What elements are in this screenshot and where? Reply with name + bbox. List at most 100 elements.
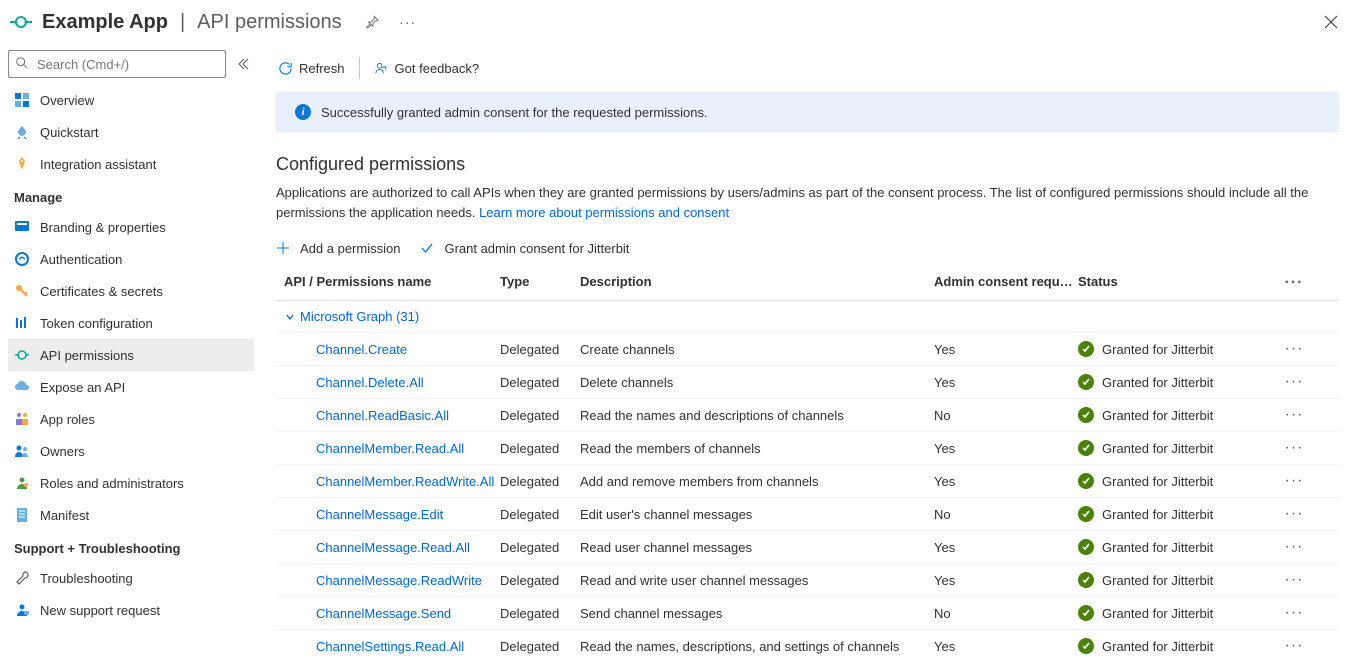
more-icon[interactable]: ··· xyxy=(394,8,422,36)
permission-admin-consent: Yes xyxy=(934,573,1078,588)
api-icon xyxy=(14,347,30,363)
permission-name-link[interactable]: ChannelMessage.Edit xyxy=(284,507,500,522)
sidebar-item-branding-properties[interactable]: Branding & properties xyxy=(8,211,254,243)
group-more-icon[interactable]: ··· xyxy=(1278,274,1310,292)
permission-name-link[interactable]: ChannelMember.ReadWrite.All xyxy=(284,474,500,489)
header-separator: | xyxy=(180,11,185,34)
permission-type: Delegated xyxy=(500,441,580,456)
table-header-row: API / Permissions name Type Description … xyxy=(276,266,1339,301)
sidebar-item-roles-and-administrators[interactable]: Roles and administrators xyxy=(8,467,254,499)
sidebar-item-new-support-request[interactable]: New support request xyxy=(8,594,254,626)
status-granted-icon xyxy=(1078,539,1094,555)
row-more-icon[interactable]: ··· xyxy=(1278,571,1310,589)
permission-name-link[interactable]: Channel.Delete.All xyxy=(284,375,500,390)
key-icon xyxy=(14,283,30,299)
permission-admin-consent: Yes xyxy=(934,441,1078,456)
status-granted-icon xyxy=(1078,638,1094,654)
sidebar-item-integration-assistant[interactable]: Integration assistant xyxy=(8,148,254,180)
permission-name-link[interactable]: Channel.ReadBasic.All xyxy=(284,408,500,423)
sidebar-item-expose-an-api[interactable]: Expose an API xyxy=(8,371,254,403)
status-granted-icon xyxy=(1078,473,1094,489)
manifest-icon xyxy=(14,507,30,523)
col-header-status[interactable]: Status xyxy=(1078,274,1278,292)
collapse-sidebar-icon[interactable] xyxy=(232,50,254,78)
table-row: ChannelMessage.ReadWriteDelegatedRead an… xyxy=(276,563,1339,596)
permission-description: Add and remove members from channels xyxy=(580,474,934,489)
pin-icon[interactable] xyxy=(358,8,386,36)
status-text: Granted for Jitterbit xyxy=(1102,573,1213,588)
sidebar-item-app-roles[interactable]: App roles xyxy=(8,403,254,435)
token-icon xyxy=(14,315,30,331)
command-bar: Refresh Got feedback? xyxy=(276,50,1361,86)
permission-name-link[interactable]: Channel.Create xyxy=(284,342,500,357)
feedback-button[interactable]: Got feedback? xyxy=(374,61,480,76)
permission-name-link[interactable]: ChannelMessage.Read.All xyxy=(284,540,500,555)
close-icon[interactable] xyxy=(1317,8,1345,36)
sidebar-item-quickstart[interactable]: Quickstart xyxy=(8,116,254,148)
col-header-type[interactable]: Type xyxy=(500,274,580,292)
sidebar-item-api-permissions[interactable]: API permissions xyxy=(8,339,254,371)
permission-name-link[interactable]: ChannelMessage.Send xyxy=(284,606,500,621)
permission-description: Read the members of channels xyxy=(580,441,934,456)
row-more-icon[interactable]: ··· xyxy=(1278,340,1310,358)
permission-group-row[interactable]: Microsoft Graph (31) xyxy=(276,301,1339,332)
sidebar-item-owners[interactable]: Owners xyxy=(8,435,254,467)
permission-admin-consent: Yes xyxy=(934,639,1078,654)
permission-status: Granted for Jitterbit xyxy=(1078,473,1278,489)
sidebar-item-label: Roles and administrators xyxy=(40,476,184,491)
sidebar-item-troubleshooting[interactable]: Troubleshooting xyxy=(8,562,254,594)
header-page-title: API permissions xyxy=(197,11,342,34)
sidebar: OverviewQuickstartIntegration assistant … xyxy=(0,44,258,670)
refresh-button[interactable]: Refresh xyxy=(278,61,345,76)
row-more-icon[interactable]: ··· xyxy=(1278,505,1310,523)
refresh-icon xyxy=(278,61,293,76)
sidebar-item-overview[interactable]: Overview xyxy=(8,84,254,116)
row-more-icon[interactable]: ··· xyxy=(1278,538,1310,556)
owners-icon xyxy=(14,443,30,459)
permission-admin-consent: Yes xyxy=(934,474,1078,489)
status-text: Granted for Jitterbit xyxy=(1102,639,1213,654)
sidebar-item-certificates-secrets[interactable]: Certificates & secrets xyxy=(8,275,254,307)
permission-name-link[interactable]: ChannelMessage.ReadWrite xyxy=(284,573,500,588)
sidebar-item-label: Owners xyxy=(40,444,85,459)
search-input-wrap[interactable] xyxy=(8,50,226,78)
header-app-name: Example App xyxy=(42,11,168,34)
permission-type: Delegated xyxy=(500,408,580,423)
col-header-desc[interactable]: Description xyxy=(580,274,934,292)
feedback-label: Got feedback? xyxy=(395,61,480,76)
status-granted-icon xyxy=(1078,605,1094,621)
row-more-icon[interactable]: ··· xyxy=(1278,604,1310,622)
status-text: Granted for Jitterbit xyxy=(1102,375,1213,390)
table-row: ChannelMessage.EditDelegatedEdit user's … xyxy=(276,497,1339,530)
learn-more-link[interactable]: Learn more about permissions and consent xyxy=(479,205,729,220)
permission-group-label[interactable]: Microsoft Graph (31) xyxy=(300,309,419,324)
table-row: Channel.CreateDelegatedCreate channelsYe… xyxy=(276,332,1339,365)
col-header-name[interactable]: API / Permissions name xyxy=(284,274,500,292)
permission-status: Granted for Jitterbit xyxy=(1078,572,1278,588)
sidebar-item-authentication[interactable]: Authentication xyxy=(8,243,254,275)
status-granted-icon xyxy=(1078,440,1094,456)
roles-icon xyxy=(14,411,30,427)
sidebar-item-manifest[interactable]: Manifest xyxy=(8,499,254,531)
search-input[interactable] xyxy=(35,56,219,73)
status-text: Granted for Jitterbit xyxy=(1102,342,1213,357)
sidebar-item-token-configuration[interactable]: Token configuration xyxy=(8,307,254,339)
permission-status: Granted for Jitterbit xyxy=(1078,605,1278,621)
col-header-admin[interactable]: Admin consent requ… xyxy=(934,274,1078,292)
section-desc-text: Applications are authorized to call APIs… xyxy=(276,185,1308,220)
grant-consent-button[interactable]: Grant admin consent for Jitterbit xyxy=(420,240,629,256)
status-text: Granted for Jitterbit xyxy=(1102,540,1213,555)
feedback-icon xyxy=(374,61,389,76)
sidebar-item-label: API permissions xyxy=(40,348,134,363)
row-more-icon[interactable]: ··· xyxy=(1278,637,1310,655)
table-row: ChannelMember.ReadWrite.AllDelegatedAdd … xyxy=(276,464,1339,497)
row-more-icon[interactable]: ··· xyxy=(1278,373,1310,391)
add-permission-button[interactable]: Add a permission xyxy=(276,240,400,256)
row-more-icon[interactable]: ··· xyxy=(1278,472,1310,490)
permission-name-link[interactable]: ChannelMember.Read.All xyxy=(284,441,500,456)
status-granted-icon xyxy=(1078,506,1094,522)
row-more-icon[interactable]: ··· xyxy=(1278,406,1310,424)
permission-name-link[interactable]: ChannelSettings.Read.All xyxy=(284,639,500,654)
permission-status: Granted for Jitterbit xyxy=(1078,539,1278,555)
row-more-icon[interactable]: ··· xyxy=(1278,439,1310,457)
